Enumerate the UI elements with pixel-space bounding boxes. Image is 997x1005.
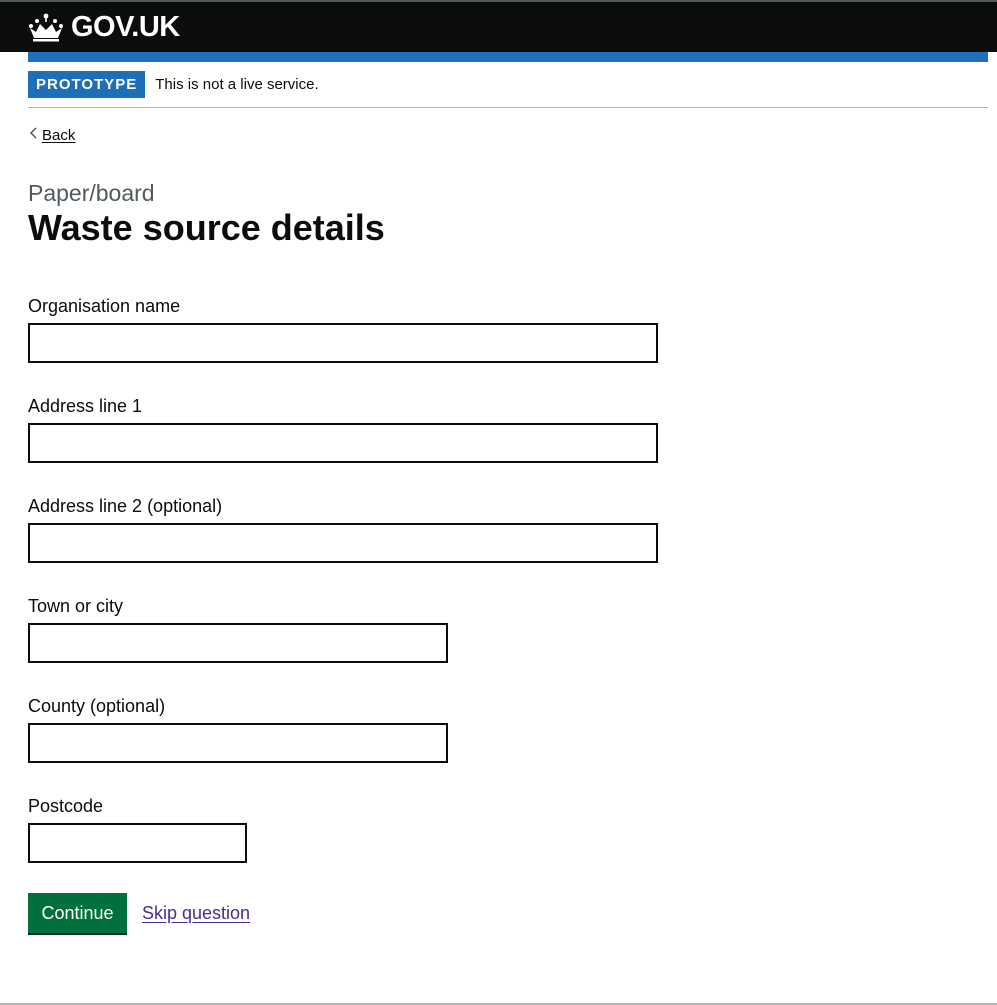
page-title: Waste source details xyxy=(28,207,385,248)
back-link-label[interactable]: Back xyxy=(42,127,75,144)
postcode-label: Postcode xyxy=(28,796,104,816)
address-line-1-label: Address line 1 xyxy=(28,396,143,416)
phase-banner-text: This is not a live service. xyxy=(155,76,319,93)
phase-banner: PROTOTYPE This is not a live service. xyxy=(28,71,988,108)
continue-button[interactable]: Continue xyxy=(28,893,127,933)
town-or-city-input[interactable] xyxy=(28,623,448,663)
county-label: County (optional) xyxy=(28,696,166,716)
skip-question-link[interactable]: Skip question xyxy=(142,901,250,925)
address-line-2-input[interactable] xyxy=(28,523,658,563)
header-blue-bar xyxy=(28,52,988,62)
organisation-name-label: Organisation name xyxy=(28,296,181,316)
logo-text: GOV.UK xyxy=(71,11,180,43)
crown-icon xyxy=(28,12,64,42)
organisation-name-input[interactable] xyxy=(28,323,658,363)
address-line-2-label: Address line 2 (optional) xyxy=(28,496,223,516)
back-link[interactable]: Back xyxy=(28,123,75,147)
govuk-logo-link[interactable]: GOV.UK xyxy=(28,12,180,42)
govuk-header: GOV.UK xyxy=(0,0,997,52)
page-caption: Paper/board xyxy=(28,180,155,206)
chevron-left-icon xyxy=(28,123,42,147)
postcode-input[interactable] xyxy=(28,823,247,863)
county-input[interactable] xyxy=(28,723,448,763)
address-line-1-input[interactable] xyxy=(28,423,658,463)
phase-tag: PROTOTYPE xyxy=(28,71,146,98)
town-or-city-label: Town or city xyxy=(28,596,124,616)
